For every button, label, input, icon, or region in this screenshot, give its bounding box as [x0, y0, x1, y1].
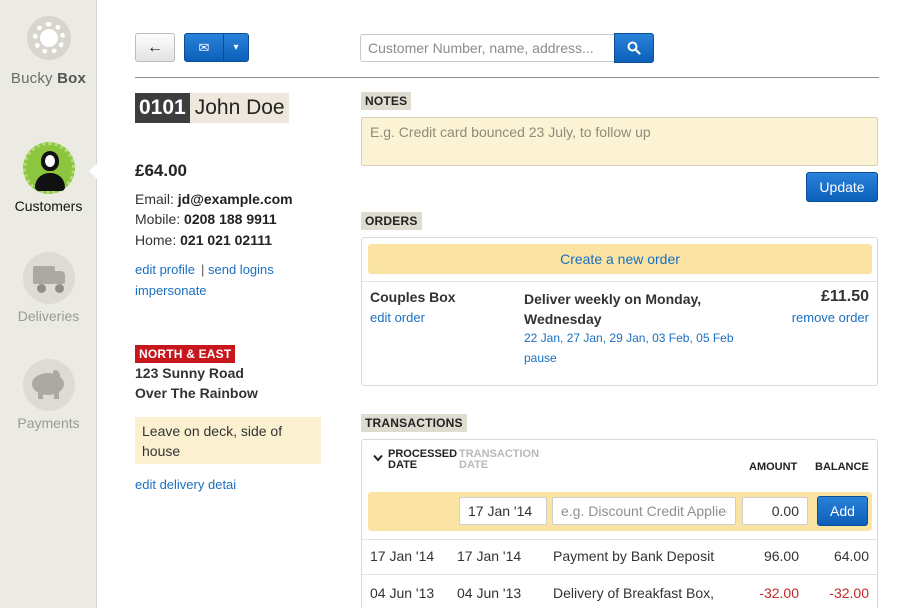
order-price: £11.50 [820, 288, 869, 305]
customer-header: 0101 John Doe [135, 93, 289, 123]
sidebar-item-customers[interactable]: Customers [0, 142, 97, 214]
order-schedule: Deliver weekly on Monday, Wednesday [524, 291, 702, 327]
transaction-date-field[interactable] [459, 497, 547, 525]
sidebar-item-deliveries[interactable]: Deliveries [0, 252, 97, 324]
truck-icon [22, 252, 75, 304]
search-input[interactable] [360, 34, 615, 62]
logo-text: Bucky Box [10, 70, 87, 87]
transaction-description-field[interactable] [552, 497, 736, 525]
customer-icon [22, 142, 75, 194]
impersonate-link[interactable]: impersonate [135, 283, 207, 298]
active-nav-pointer [89, 162, 98, 180]
customer-number: 0101 [135, 93, 190, 123]
delivery-note: Leave on deck, side of house [135, 417, 321, 464]
delivery-date-link[interactable]: 29 Jan [609, 331, 645, 345]
send-logins-link[interactable]: send logins [208, 262, 274, 277]
row-divider [362, 574, 877, 575]
order-box-name: Couples Box [370, 289, 456, 305]
row-balance: -32.00 [829, 585, 869, 601]
row-transaction-date: 04 Jun '13 [457, 585, 522, 601]
row-description: Payment by Bank Deposit [553, 548, 715, 564]
sidebar-item-label: Payments [17, 415, 80, 431]
address-line-1: 123 Sunny Road [135, 365, 244, 381]
row-amount: -32.00 [759, 585, 799, 601]
delivery-date-link[interactable]: 05 Feb [696, 331, 733, 345]
transactions-panel: PROCESSED DATE TRANSACTION DATE AMOUNT BAL… [361, 439, 878, 608]
contact-mobile: Mobile: 0208 188 9911 [135, 211, 277, 227]
order-delivery-dates: 22 Jan, 27 Jan, 29 Jan, 03 Feb, 05 Feb [524, 331, 734, 345]
edit-delivery-details-link[interactable]: edit delivery detai [135, 477, 236, 492]
sidebar: Bucky Box Customers Deliveries Payments [0, 0, 97, 608]
edit-order-link[interactable]: edit order [370, 310, 425, 325]
create-order-button[interactable]: Create a new order [368, 244, 872, 274]
bucky-box-logo[interactable]: Bucky Box [0, 12, 97, 87]
customer-name: John Doe [189, 93, 289, 123]
add-transaction-button[interactable]: Add [817, 496, 868, 526]
sort-descending-icon[interactable] [373, 454, 383, 465]
contact-email: Email: jd@example.com [135, 191, 293, 207]
update-notes-button[interactable]: Update [806, 172, 878, 202]
delivery-date-link[interactable]: 27 Jan [567, 331, 603, 345]
route-badge: NORTH & EAST [135, 345, 236, 363]
transaction-amount-field[interactable] [742, 497, 808, 525]
orders-heading: ORDERS [361, 212, 422, 230]
notes-textarea[interactable] [361, 117, 878, 166]
column-header-transaction-date[interactable]: TRANSACTION DATE [459, 449, 539, 471]
pause-order-link[interactable]: pause [524, 351, 557, 365]
column-header-processed-date[interactable]: PROCESSED DATE [388, 449, 457, 471]
sidebar-item-label: Deliveries [17, 308, 80, 324]
caret-down-icon: ▾ [233, 42, 239, 53]
delivery-date-link[interactable]: 22 Jan [524, 331, 560, 345]
bucky-box-logo-icon [26, 16, 71, 60]
notes-heading: NOTES [361, 92, 412, 110]
orders-panel: Create a new order Couples Box edit orde… [361, 237, 878, 386]
remove-order-link[interactable]: remove order [792, 310, 869, 325]
email-dropdown-button[interactable]: ▾ [223, 33, 249, 62]
back-button[interactable]: ← [135, 33, 175, 62]
sidebar-item-payments[interactable]: Payments [0, 359, 97, 431]
account-balance: £64.00 [135, 161, 187, 180]
search-button[interactable] [614, 33, 654, 63]
transactions-heading: TRANSACTIONS [361, 414, 467, 432]
order-divider [362, 281, 877, 282]
edit-profile-link[interactable]: edit profile [135, 262, 195, 277]
delivery-date-link[interactable]: 03 Feb [652, 331, 689, 345]
column-header-amount: AMOUNT [749, 461, 798, 473]
email-button[interactable]: ✉ [184, 33, 224, 62]
row-transaction-date: 17 Jan '14 [457, 548, 522, 564]
column-header-balance: BALANCE [815, 461, 869, 473]
add-transaction-row: Add [368, 492, 872, 531]
envelope-icon: ✉ [198, 39, 210, 55]
search-icon [627, 41, 641, 55]
link-separator: | [201, 262, 205, 277]
piggy-bank-icon [22, 359, 75, 411]
sidebar-item-label: Customers [14, 198, 83, 214]
row-processed-date: 04 Jun '13 [370, 585, 435, 601]
row-processed-date: 17 Jan '14 [370, 548, 435, 564]
address-line-2: Over The Rainbow [135, 385, 258, 401]
row-amount: 96.00 [763, 548, 799, 564]
row-balance: 64.00 [833, 548, 869, 564]
arrow-left-icon: ← [147, 38, 163, 56]
row-description: Delivery of Breakfast Box, [553, 585, 715, 601]
contact-home: Home: 021 021 02111 [135, 232, 273, 248]
row-divider [362, 539, 877, 540]
header-divider [135, 77, 879, 78]
